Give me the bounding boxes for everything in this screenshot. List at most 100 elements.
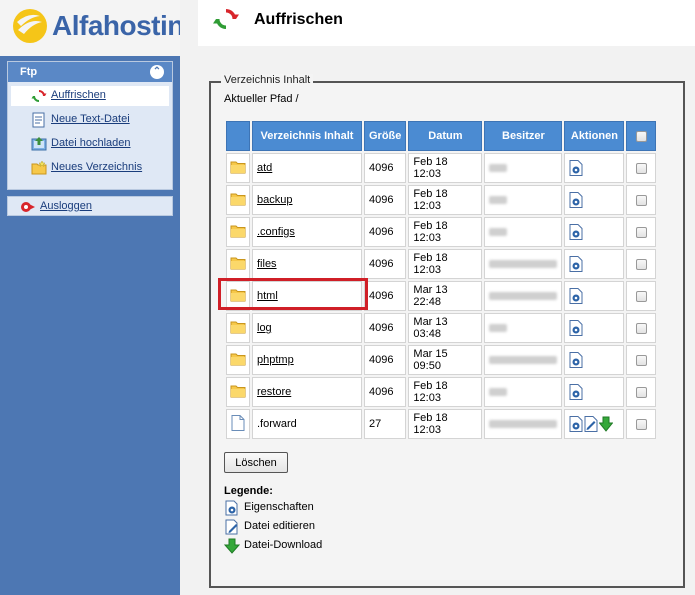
folder-link[interactable]: atd (257, 162, 272, 174)
select-cell[interactable] (626, 185, 657, 215)
select-cell[interactable] (626, 313, 657, 343)
properties-icon[interactable] (569, 288, 583, 304)
name-cell[interactable]: atd (252, 153, 362, 183)
legend-item-download: Datei-Download (224, 538, 322, 557)
download-icon[interactable] (599, 416, 614, 432)
size-cell: 4096 (364, 345, 407, 375)
nav-item-label[interactable]: Auffrischen (51, 89, 106, 101)
type-cell (226, 409, 250, 439)
row-checkbox[interactable] (635, 290, 647, 302)
select-cell[interactable] (626, 217, 657, 247)
table-row[interactable]: phptmp 4096 Mar 15 09:50 (226, 345, 657, 375)
nav-item-neue-text-datei[interactable]: Neue Text-Datei (11, 110, 169, 130)
legend-item-edit: Datei editieren (224, 519, 322, 538)
nav-item-label[interactable]: Neues Verzeichnis (51, 161, 142, 173)
name-cell[interactable]: phptmp (252, 345, 362, 375)
name-cell[interactable]: restore (252, 377, 362, 407)
owner-cell (484, 409, 563, 439)
row-checkbox[interactable] (635, 162, 647, 174)
type-cell (226, 249, 250, 279)
row-checkbox[interactable] (635, 418, 647, 430)
row-checkbox[interactable] (635, 194, 647, 206)
type-cell (226, 313, 250, 343)
size-cell: 4096 (364, 281, 407, 311)
row-checkbox[interactable] (635, 322, 647, 334)
folder-link[interactable]: files (257, 258, 277, 270)
header-size[interactable]: Größe (364, 121, 407, 151)
header-select-all[interactable] (626, 121, 657, 151)
logout-link[interactable]: Ausloggen (40, 200, 92, 212)
size-cell: 4096 (364, 185, 407, 215)
name-cell[interactable]: backup (252, 185, 362, 215)
properties-icon[interactable] (569, 224, 583, 240)
header-date[interactable]: Datum (408, 121, 483, 151)
actions-cell (564, 409, 625, 439)
edit-file-icon[interactable] (584, 416, 598, 432)
logout-item[interactable]: Ausloggen (7, 196, 173, 216)
folder-link[interactable]: .configs (257, 226, 295, 238)
header-name[interactable]: Verzeichnis Inhalt (252, 121, 362, 151)
legend-title: Legende: (224, 485, 273, 497)
folder-link[interactable]: restore (257, 386, 291, 398)
ftp-section-title: Ftp (20, 66, 38, 78)
table-row[interactable]: log 4096 Mar 13 03:48 (226, 313, 657, 343)
size-cell: 4096 (364, 249, 407, 279)
select-cell[interactable] (626, 281, 657, 311)
folder-link[interactable]: backup (257, 194, 292, 206)
row-checkbox[interactable] (635, 226, 647, 238)
delete-button[interactable]: Löschen (224, 452, 288, 473)
folder-link[interactable]: html (257, 290, 278, 302)
collapse-icon[interactable]: ⌃ (150, 65, 164, 79)
select-cell[interactable] (626, 409, 657, 439)
nav-item-datei-hochladen[interactable]: Datei hochladen (11, 134, 169, 154)
properties-icon[interactable] (569, 192, 583, 208)
properties-icon[interactable] (569, 320, 583, 336)
properties-icon[interactable] (569, 384, 583, 400)
name-cell[interactable]: .configs (252, 217, 362, 247)
type-cell (226, 217, 250, 247)
nav-item-label[interactable]: Neue Text-Datei (51, 113, 130, 125)
nav-item-auffrischen[interactable]: Auffrischen (11, 86, 169, 106)
folder-icon (230, 161, 246, 173)
nav-item-label[interactable]: Datei hochladen (51, 137, 131, 149)
table-row[interactable]: atd 4096 Feb 18 12:03 (226, 153, 657, 183)
select-cell[interactable] (626, 345, 657, 375)
name-cell[interactable]: log (252, 313, 362, 343)
ftp-section-header[interactable]: Ftp ⌃ (8, 62, 172, 82)
properties-icon[interactable] (569, 160, 583, 176)
name-cell: .forward (252, 409, 362, 439)
name-cell[interactable]: html (252, 281, 362, 311)
table-row[interactable]: html 4096 Mar 13 22:48 (226, 281, 657, 311)
owner-redacted (489, 356, 558, 365)
owner-redacted (489, 292, 558, 301)
table-row[interactable]: .configs 4096 Feb 18 12:03 (226, 217, 657, 247)
folder-link[interactable]: log (257, 322, 272, 334)
type-cell (226, 185, 250, 215)
legend-label: Eigenschaften (244, 501, 314, 513)
header-owner[interactable]: Besitzer (484, 121, 563, 151)
folder-icon (230, 385, 246, 397)
select-all-checkbox[interactable] (635, 130, 647, 142)
date-cell: Feb 18 12:03 (408, 249, 483, 279)
table-row[interactable]: backup 4096 Feb 18 12:03 (226, 185, 657, 215)
row-checkbox[interactable] (635, 386, 647, 398)
properties-icon[interactable] (569, 416, 583, 432)
table-row[interactable]: restore 4096 Feb 18 12:03 (226, 377, 657, 407)
select-cell[interactable] (626, 377, 657, 407)
row-checkbox[interactable] (635, 258, 647, 270)
date-cell: Feb 18 12:03 (408, 185, 483, 215)
table-row[interactable]: files 4096 Feb 18 12:03 (226, 249, 657, 279)
name-cell[interactable]: files (252, 249, 362, 279)
folder-link[interactable]: phptmp (257, 354, 294, 366)
owner-redacted (489, 228, 508, 237)
legend-item-properties: Eigenschaften (224, 500, 322, 519)
select-cell[interactable] (626, 249, 657, 279)
legend-label: Datei editieren (244, 520, 315, 532)
row-checkbox[interactable] (635, 354, 647, 366)
properties-icon[interactable] (569, 256, 583, 272)
table-row[interactable]: .forward 27 Feb 18 12:03 (226, 409, 657, 439)
select-cell[interactable] (626, 153, 657, 183)
nav-item-neues-verzeichnis[interactable]: Neues Verzeichnis (11, 158, 169, 178)
properties-icon[interactable] (569, 352, 583, 368)
sidebar: Alfahosting Ftp ⌃ Auffrischen Neue Text-… (0, 0, 201, 595)
